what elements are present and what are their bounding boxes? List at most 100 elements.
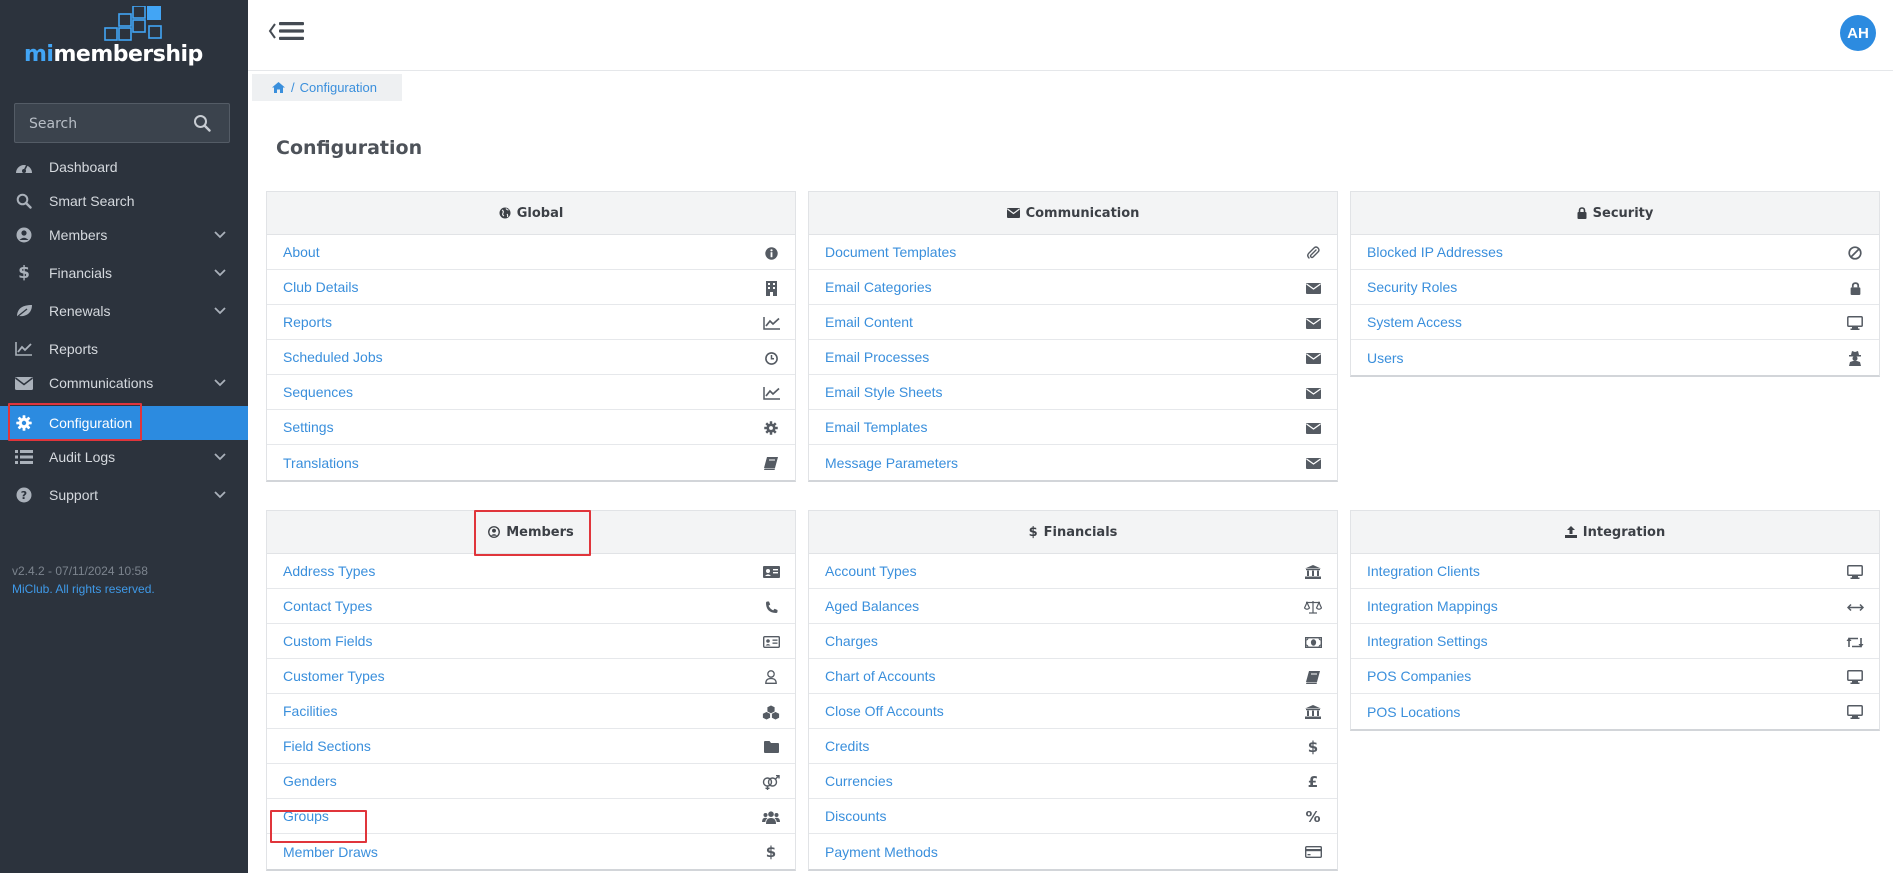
- config-link-label[interactable]: Currencies: [825, 773, 893, 789]
- config-link-discounts[interactable]: Discounts %: [809, 799, 1337, 834]
- config-link-label[interactable]: Custom Fields: [283, 633, 372, 649]
- config-link-label[interactable]: Genders: [283, 773, 337, 789]
- config-link-scheduled-jobs[interactable]: Scheduled Jobs: [267, 340, 795, 375]
- config-link-integration-mappings[interactable]: Integration Mappings: [1351, 589, 1879, 624]
- search-input[interactable]: [29, 113, 189, 135]
- config-link-close-off-accounts[interactable]: Close Off Accounts: [809, 694, 1337, 729]
- config-link-pos-companies[interactable]: POS Companies: [1351, 659, 1879, 694]
- sidebar-item-support[interactable]: ? Support: [0, 479, 248, 511]
- config-link-users[interactable]: Users: [1351, 340, 1879, 375]
- config-link-contact-types[interactable]: Contact Types: [267, 589, 795, 624]
- config-link-label[interactable]: Customer Types: [283, 668, 385, 684]
- config-link-credits[interactable]: Credits $: [809, 729, 1337, 764]
- config-link-custom-fields[interactable]: Custom Fields: [267, 624, 795, 659]
- config-link-label[interactable]: Reports: [283, 314, 332, 330]
- menu-toggle-icon[interactable]: [268, 20, 306, 42]
- breadcrumb-current[interactable]: Configuration: [300, 80, 377, 95]
- config-link-label[interactable]: Document Templates: [825, 244, 956, 260]
- config-link-label[interactable]: Close Off Accounts: [825, 703, 944, 719]
- sidebar-item-renewals[interactable]: Renewals: [0, 295, 248, 327]
- config-link-facilities[interactable]: Facilities: [267, 694, 795, 729]
- config-link-label[interactable]: Translations: [283, 455, 359, 471]
- config-link-document-templates[interactable]: Document Templates: [809, 235, 1337, 270]
- config-link-label[interactable]: Scheduled Jobs: [283, 349, 383, 365]
- config-link-label[interactable]: System Access: [1367, 314, 1462, 330]
- config-link-label[interactable]: Sequences: [283, 384, 353, 400]
- copyright-link[interactable]: MiClub. All rights reserved.: [12, 582, 155, 596]
- config-link-about[interactable]: About: [267, 235, 795, 270]
- sidebar-item-configuration[interactable]: Configuration: [0, 406, 248, 440]
- config-link-account-types[interactable]: Account Types: [809, 554, 1337, 589]
- config-link-settings[interactable]: Settings: [267, 410, 795, 445]
- config-link-field-sections[interactable]: Field Sections: [267, 729, 795, 764]
- config-link-label[interactable]: Account Types: [825, 563, 917, 579]
- config-link-label[interactable]: Discounts: [825, 808, 886, 824]
- config-link-label[interactable]: Integration Mappings: [1367, 598, 1498, 614]
- config-link-email-categories[interactable]: Email Categories: [809, 270, 1337, 305]
- config-link-charges[interactable]: Charges: [809, 624, 1337, 659]
- config-link-integration-clients[interactable]: Integration Clients: [1351, 554, 1879, 589]
- app-logo[interactable]: mimembership: [24, 6, 203, 67]
- sidebar-item-dashboard[interactable]: Dashboard: [0, 151, 248, 183]
- config-link-label[interactable]: Integration Clients: [1367, 563, 1480, 579]
- config-link-label[interactable]: Email Content: [825, 314, 913, 330]
- config-link-groups[interactable]: Groups: [267, 799, 795, 834]
- config-link-integration-settings[interactable]: Integration Settings: [1351, 624, 1879, 659]
- config-link-label[interactable]: Field Sections: [283, 738, 371, 754]
- config-link-currencies[interactable]: Currencies £: [809, 764, 1337, 799]
- config-link-label[interactable]: Message Parameters: [825, 455, 958, 471]
- config-link-label[interactable]: Aged Balances: [825, 598, 919, 614]
- config-link-club-details[interactable]: Club Details: [267, 270, 795, 305]
- config-link-system-access[interactable]: System Access: [1351, 305, 1879, 340]
- config-link-label[interactable]: Security Roles: [1367, 279, 1457, 295]
- config-link-label[interactable]: Contact Types: [283, 598, 372, 614]
- config-link-message-parameters[interactable]: Message Parameters: [809, 445, 1337, 480]
- config-link-payment-methods[interactable]: Payment Methods: [809, 834, 1337, 869]
- config-link-blocked-ip-addresses[interactable]: Blocked IP Addresses: [1351, 235, 1879, 270]
- user-avatar[interactable]: AH: [1840, 15, 1876, 51]
- config-link-genders[interactable]: Genders: [267, 764, 795, 799]
- config-link-aged-balances[interactable]: Aged Balances: [809, 589, 1337, 624]
- config-link-pos-locations[interactable]: POS Locations: [1351, 694, 1879, 729]
- config-link-label[interactable]: Settings: [283, 419, 334, 435]
- config-link-label[interactable]: Payment Methods: [825, 844, 938, 860]
- config-link-email-content[interactable]: Email Content: [809, 305, 1337, 340]
- config-link-address-types[interactable]: Address Types: [267, 554, 795, 589]
- home-icon[interactable]: [272, 82, 285, 93]
- config-link-label[interactable]: Member Draws: [283, 844, 378, 860]
- sidebar-item-reports[interactable]: Reports: [0, 333, 248, 365]
- config-link-email-templates[interactable]: Email Templates: [809, 410, 1337, 445]
- config-link-reports[interactable]: Reports: [267, 305, 795, 340]
- config-link-chart-of-accounts[interactable]: Chart of Accounts: [809, 659, 1337, 694]
- sidebar-item-members[interactable]: Members: [0, 219, 248, 251]
- config-link-label[interactable]: Groups: [283, 808, 329, 824]
- config-link-translations[interactable]: Translations: [267, 445, 795, 480]
- config-link-label[interactable]: Integration Settings: [1367, 633, 1488, 649]
- sidebar-item-smart-search[interactable]: Smart Search: [0, 185, 248, 217]
- config-link-customer-types[interactable]: Customer Types: [267, 659, 795, 694]
- config-link-member-draws[interactable]: Member Draws $: [267, 834, 795, 869]
- config-link-security-roles[interactable]: Security Roles: [1351, 270, 1879, 305]
- config-link-label[interactable]: Charges: [825, 633, 878, 649]
- config-link-label[interactable]: Users: [1367, 350, 1404, 366]
- config-link-label[interactable]: Facilities: [283, 703, 337, 719]
- config-link-label[interactable]: About: [283, 244, 320, 260]
- config-link-label[interactable]: Email Templates: [825, 419, 927, 435]
- config-link-label[interactable]: POS Locations: [1367, 704, 1460, 720]
- search-icon[interactable]: [193, 114, 211, 132]
- config-link-label[interactable]: Email Categories: [825, 279, 932, 295]
- sidebar-item-financials[interactable]: $ Financials: [0, 257, 248, 289]
- sidebar-item-communications[interactable]: Communications: [0, 367, 248, 399]
- config-link-label[interactable]: Address Types: [283, 563, 375, 579]
- sidebar-item-audit-logs[interactable]: Audit Logs: [0, 441, 248, 473]
- config-link-email-processes[interactable]: Email Processes: [809, 340, 1337, 375]
- config-link-email-style-sheets[interactable]: Email Style Sheets: [809, 375, 1337, 410]
- config-link-label[interactable]: Email Processes: [825, 349, 929, 365]
- config-link-label[interactable]: POS Companies: [1367, 668, 1471, 684]
- config-link-label[interactable]: Club Details: [283, 279, 358, 295]
- config-link-label[interactable]: Credits: [825, 738, 869, 754]
- config-link-label[interactable]: Email Style Sheets: [825, 384, 943, 400]
- config-link-label[interactable]: Blocked IP Addresses: [1367, 244, 1503, 260]
- config-link-sequences[interactable]: Sequences: [267, 375, 795, 410]
- config-link-label[interactable]: Chart of Accounts: [825, 668, 936, 684]
